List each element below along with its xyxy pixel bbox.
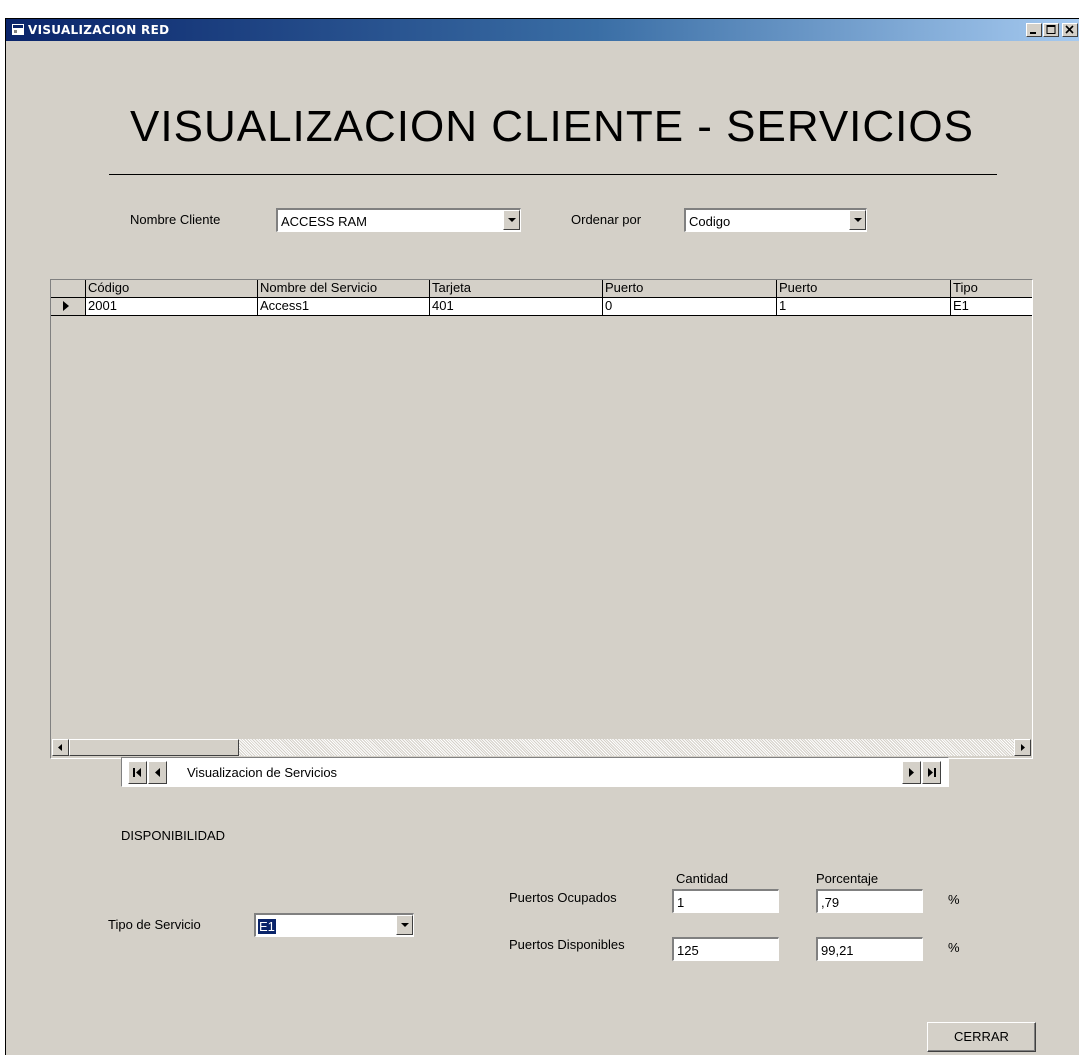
next-record-icon <box>909 768 914 777</box>
chevron-down-icon <box>401 923 409 927</box>
order-dropdown-button[interactable] <box>849 210 866 230</box>
column-header-tipo[interactable]: Tipo <box>950 280 1034 297</box>
scroll-right-button[interactable] <box>1014 739 1031 756</box>
order-by-combo[interactable]: Codigo <box>684 208 867 232</box>
grid-header-row: Código Nombre del Servicio Tarjeta Puert… <box>51 280 1032 298</box>
scroll-thumb[interactable] <box>69 739 239 756</box>
service-type-combo[interactable]: E1 <box>254 913 414 937</box>
previous-record-icon <box>155 768 160 777</box>
data-navigator: Visualizacion de Servicios <box>121 757 949 787</box>
title-bar[interactable]: VISUALIZACION RED <box>6 19 1079 41</box>
last-record-button[interactable] <box>922 761 941 784</box>
cell-codigo[interactable]: 2001 <box>85 298 257 315</box>
app-window-icon <box>12 24 24 35</box>
scroll-left-button[interactable] <box>52 739 69 756</box>
navigator-caption: Visualizacion de Servicios <box>187 765 338 780</box>
maximize-button[interactable] <box>1043 23 1059 37</box>
cell-nombre-servicio[interactable]: Access1 <box>257 298 429 315</box>
column-header-puerto[interactable]: Puerto <box>602 280 776 297</box>
available-percent-value: 99,21 <box>821 943 854 958</box>
service-type-label: Tipo de Servicio <box>108 917 201 932</box>
chevron-down-icon <box>508 218 516 222</box>
table-row[interactable]: 2001 Access1 401 0 1 E1 <box>51 298 1032 316</box>
client-name-value: ACCESS RAM <box>281 214 367 229</box>
column-header-puerto-2[interactable]: Puerto <box>776 280 950 297</box>
occupied-percent-field[interactable]: ,79 <box>816 889 923 913</box>
row-selector[interactable] <box>51 298 85 315</box>
horizontal-scrollbar[interactable] <box>52 739 1031 756</box>
close-form-button[interactable]: CERRAR <box>927 1022 1036 1052</box>
order-by-value: Codigo <box>689 214 731 229</box>
maximize-icon <box>1046 25 1056 34</box>
occupied-quantity-field[interactable]: 1 <box>672 889 779 913</box>
column-header-codigo[interactable]: Código <box>85 280 257 297</box>
availability-section-label: DISPONIBILIDAD <box>121 828 226 843</box>
arrow-right-icon <box>1021 744 1025 751</box>
quantity-column-header: Cantidad <box>676 871 729 886</box>
occupied-percent-sign: % <box>948 892 960 907</box>
client-dropdown-button[interactable] <box>503 210 520 230</box>
header-selector-cell <box>51 280 85 297</box>
client-name-combo[interactable]: ACCESS RAM <box>276 208 521 232</box>
occupied-ports-label: Puertos Ocupados <box>509 890 617 905</box>
first-record-icon <box>133 768 141 777</box>
close-button[interactable] <box>1062 23 1078 37</box>
next-record-button[interactable] <box>902 761 921 784</box>
chevron-down-icon <box>854 218 862 222</box>
previous-record-button[interactable] <box>148 761 167 784</box>
page-title: VISUALIZACION CLIENTE - SERVICIOS <box>130 102 974 151</box>
minimize-button[interactable] <box>1026 23 1042 37</box>
occupied-percent-value: ,79 <box>821 895 840 910</box>
cell-tarjeta[interactable]: 401 <box>429 298 602 315</box>
occupied-quantity-value: 1 <box>677 895 685 910</box>
first-record-button[interactable] <box>128 761 147 784</box>
close-icon <box>1065 25 1074 34</box>
available-quantity-field[interactable]: 125 <box>672 937 779 961</box>
main-window: VISUALIZACION RED VISUALIZACION CLIENTE … <box>5 18 1079 1055</box>
percent-column-header: Porcentaje <box>816 871 879 886</box>
column-header-tarjeta[interactable]: Tarjeta <box>429 280 602 297</box>
available-quantity-value: 125 <box>677 943 699 958</box>
order-by-label: Ordenar por <box>571 212 642 227</box>
available-percent-sign: % <box>948 940 960 955</box>
service-type-value: E1 <box>258 919 276 934</box>
available-percent-field[interactable]: 99,21 <box>816 937 923 961</box>
available-ports-label: Puertos Disponibles <box>509 937 625 952</box>
last-record-icon <box>928 768 936 777</box>
client-name-label: Nombre Cliente <box>130 212 221 227</box>
service-type-dropdown-button[interactable] <box>396 915 413 935</box>
title-underline <box>109 174 997 175</box>
cell-puerto-2[interactable]: 1 <box>776 298 950 315</box>
services-grid[interactable]: Código Nombre del Servicio Tarjeta Puert… <box>50 279 1033 759</box>
cell-tipo[interactable]: E1 <box>950 298 1034 315</box>
column-header-nombre-servicio[interactable]: Nombre del Servicio <box>257 280 429 297</box>
window-title: VISUALIZACION RED <box>28 23 170 37</box>
current-row-icon <box>63 301 69 311</box>
cell-puerto[interactable]: 0 <box>602 298 776 315</box>
arrow-left-icon <box>58 744 62 751</box>
minimize-icon <box>1030 32 1036 34</box>
